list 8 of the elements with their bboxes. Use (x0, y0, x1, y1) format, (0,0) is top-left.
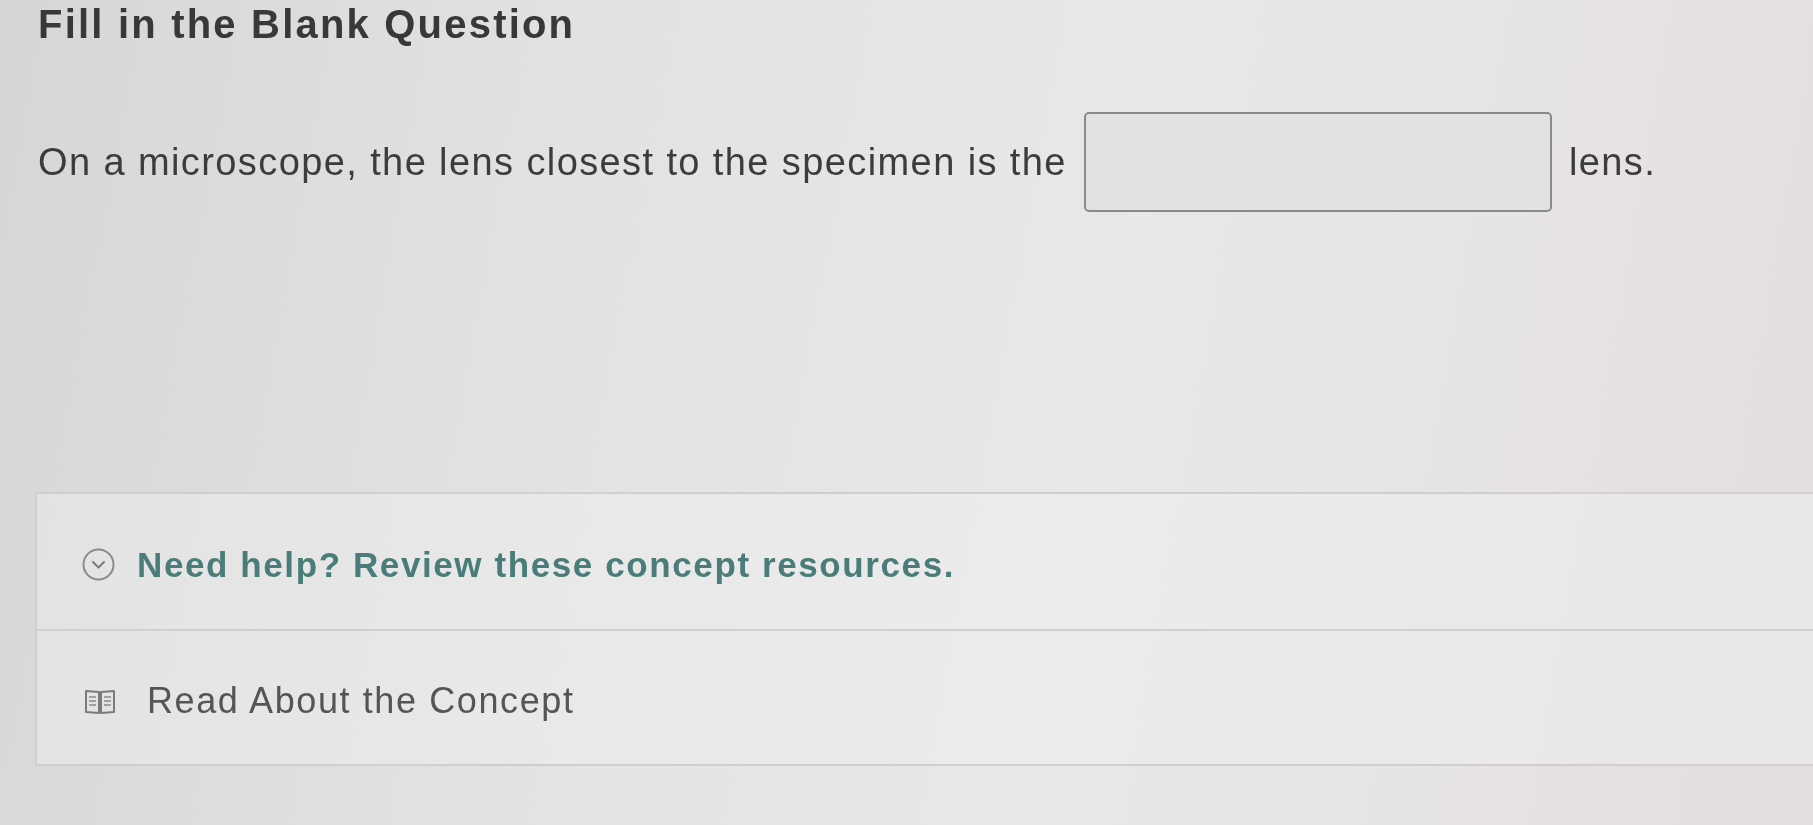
question-text: lens. (1568, 140, 1657, 184)
chevron-down-circle-icon (82, 548, 115, 581)
question-text: On a microscope, the lens closest to the specimen is the (38, 140, 1067, 184)
answer-box[interactable] (1083, 112, 1552, 212)
help-toggle[interactable]: Need help? Review these concept resources. (82, 544, 956, 585)
resource-link[interactable]: Read About the Concept (82, 679, 575, 722)
question-title: Fill in the Blank Question (38, 1, 576, 46)
book-icon (85, 687, 115, 714)
